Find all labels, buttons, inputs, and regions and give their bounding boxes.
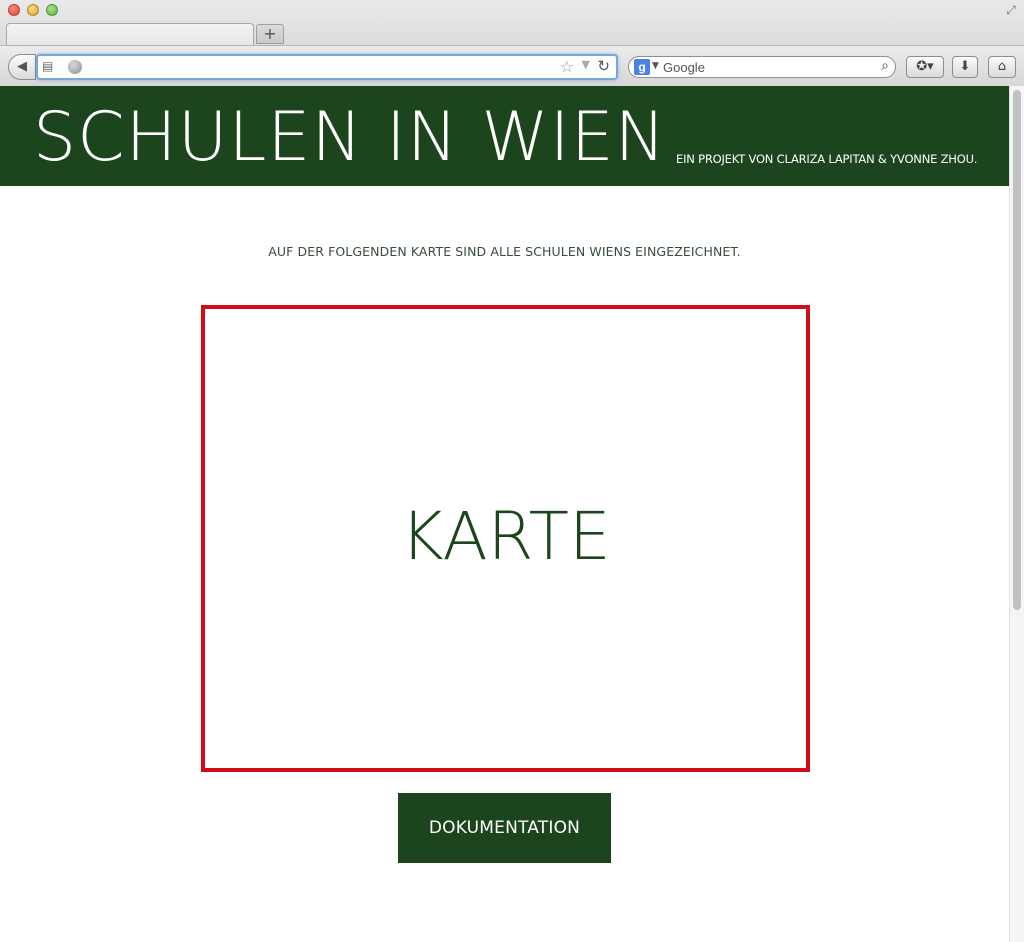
star-icon[interactable]: ☆ — [560, 57, 574, 76]
search-bar[interactable]: g ▼ ⌕ — [628, 56, 896, 78]
chevron-down-icon[interactable]: ▼ — [652, 61, 659, 71]
zoom-window-button[interactable] — [46, 4, 58, 16]
close-window-button[interactable] — [8, 4, 20, 16]
back-button[interactable]: ◀ — [8, 54, 36, 80]
minimize-window-button[interactable] — [27, 4, 39, 16]
search-icon[interactable]: ⌕ — [881, 58, 889, 74]
fullscreen-icon[interactable]: ⤢ — [1004, 3, 1018, 17]
downloads-button[interactable]: ⬇ — [952, 56, 978, 78]
window-controls — [8, 4, 58, 16]
map-container[interactable]: KARTE — [201, 305, 810, 772]
page-title: SCHULEN IN WIEN — [33, 98, 667, 177]
page-viewport: SCHULEN IN WIEN EIN PROJEKT VON CLARIZA … — [0, 86, 1009, 942]
chevron-down-icon[interactable]: ▼ — [582, 58, 590, 71]
search-input[interactable] — [663, 58, 863, 76]
browser-tab[interactable] — [6, 23, 254, 45]
page-subtitle: EIN PROJEKT VON CLARIZA LAPITAN & YVONNE… — [676, 152, 978, 166]
home-button[interactable]: ⌂ — [988, 56, 1016, 78]
map-placeholder-label: KARTE — [400, 498, 611, 575]
scrollbar-thumb[interactable] — [1013, 90, 1021, 610]
globe-icon — [68, 60, 82, 74]
bookmarks-icon[interactable]: ▤ — [42, 59, 58, 73]
site-header: SCHULEN IN WIEN EIN PROJEKT VON CLARIZA … — [0, 86, 1009, 186]
google-icon[interactable]: g — [634, 59, 650, 75]
navigation-toolbar: ◀ ▤ ☆ ▼ ↻ g ▼ ⌕ ✪▾ ⬇ ⌂ — [0, 45, 1024, 86]
browser-chrome: ⤢ + ◀ ▤ ☆ ▼ ↻ g ▼ ⌕ ✪▾ ⬇ ⌂ — [0, 0, 1024, 86]
home-icon: ⌂ — [997, 59, 1007, 74]
vertical-scrollbar[interactable] — [1009, 86, 1024, 942]
bookmark-star-icon: ✪▾ — [916, 59, 934, 74]
bookmark-menu-button[interactable]: ✪▾ — [906, 56, 944, 78]
url-input[interactable] — [88, 58, 548, 76]
download-icon: ⬇ — [959, 59, 971, 74]
intro-text: AUF DER FOLGENDEN KARTE SIND ALLE SCHULE… — [268, 244, 741, 259]
back-arrow-icon: ◀ — [17, 59, 27, 74]
reload-icon[interactable]: ↻ — [597, 57, 610, 75]
documentation-button[interactable]: DOKUMENTATION — [398, 793, 611, 863]
new-tab-button[interactable]: + — [256, 24, 284, 44]
address-bar[interactable]: ▤ ☆ ▼ ↻ — [36, 54, 618, 80]
